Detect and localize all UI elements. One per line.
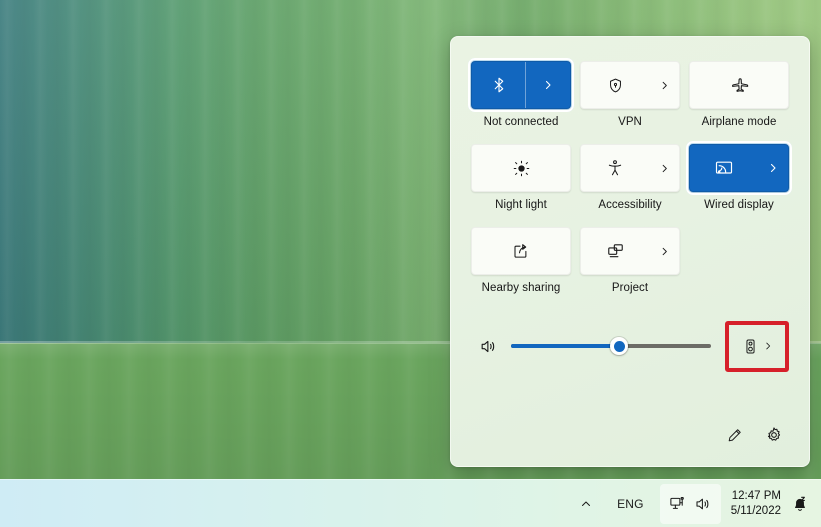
bluetooth-icon (490, 76, 508, 94)
wired-display-tile-button[interactable] (686, 141, 792, 195)
quick-settings-tile-grid: Not connected VPN Airplane mode Night li… (451, 37, 809, 310)
clock-date: 5/11/2022 (730, 504, 781, 517)
chevron-right-icon (767, 162, 779, 174)
accessibility-tile-label: Accessibility (598, 199, 662, 211)
language-label: ENG (617, 496, 644, 511)
wired-display-tile-label: Wired display (704, 199, 774, 211)
quick-setting-empty-slot (689, 227, 789, 310)
quick-settings-tray-button[interactable] (659, 483, 721, 524)
audio-output-device-icon (742, 338, 759, 355)
volume-mute-button[interactable] (471, 337, 505, 356)
bluetooth-tile-button[interactable] (468, 58, 574, 112)
accessibility-expand-half[interactable] (649, 145, 679, 191)
quick-setting-project: Project (580, 227, 680, 310)
airplane-mode-tile-button[interactable] (689, 61, 789, 109)
vpn-tile-label: VPN (618, 116, 642, 128)
edit-quick-settings-button[interactable] (717, 418, 751, 452)
chevron-right-icon (763, 341, 773, 351)
quick-setting-wired-display: Wired display (686, 141, 792, 227)
vpn-toggle-half[interactable] (581, 62, 649, 108)
volume-control-row (451, 318, 809, 374)
chevron-right-icon (659, 163, 670, 174)
nearby-share-icon (512, 242, 530, 260)
volume-speaker-icon (479, 337, 498, 356)
airplane-icon (730, 76, 749, 95)
nearby-sharing-tile-button[interactable] (471, 227, 571, 275)
open-settings-button[interactable] (757, 418, 791, 452)
notification-center-button[interactable] (789, 495, 815, 513)
project-toggle-half[interactable] (581, 228, 649, 274)
night-light-tile-button[interactable] (471, 144, 571, 192)
chevron-right-icon (659, 246, 670, 257)
audio-output-selector-button[interactable] (731, 327, 783, 365)
project-screen-icon (606, 242, 625, 261)
volume-slider-thumb[interactable] (610, 337, 628, 355)
quick-setting-accessibility: Accessibility (580, 144, 680, 227)
project-tile-label: Project (611, 282, 649, 294)
cast-display-icon (714, 158, 734, 178)
quick-setting-night-light: Night light (471, 144, 571, 227)
nearby-sharing-toggle-half[interactable] (472, 228, 570, 274)
night-light-icon (512, 159, 531, 178)
volume-slider-track[interactable] (511, 337, 711, 355)
airplane-toggle-half[interactable] (690, 62, 788, 108)
audio-output-selector-container (725, 320, 789, 372)
shield-lock-icon (607, 77, 624, 94)
bluetooth-toggle-half[interactable] (472, 62, 526, 108)
night-light-tile-label: Night light (495, 199, 547, 211)
airplane-mode-tile-label: Airplane mode (701, 116, 777, 128)
language-indicator-button[interactable]: ENG (601, 484, 660, 524)
quick-setting-vpn: VPN (580, 61, 680, 144)
accessibility-toggle-half[interactable] (581, 145, 649, 191)
pencil-edit-icon (726, 427, 743, 444)
bluetooth-expand-half[interactable] (526, 62, 570, 108)
vpn-expand-half[interactable] (649, 62, 679, 108)
quick-setting-nearby-sharing: Nearby sharing (471, 227, 571, 310)
vpn-tile-button[interactable] (580, 61, 680, 109)
wired-display-toggle-half[interactable] (690, 145, 758, 191)
chevron-right-icon (542, 79, 554, 91)
quick-settings-panel: Not connected VPN Airplane mode Night li… (450, 36, 810, 467)
network-monitor-icon (669, 495, 687, 513)
volume-speaker-icon (694, 495, 712, 513)
project-tile-button[interactable] (580, 227, 680, 275)
bell-do-not-disturb-icon (791, 495, 809, 513)
project-expand-half[interactable] (649, 228, 679, 274)
chevron-up-icon (580, 498, 592, 510)
wired-display-expand-half[interactable] (758, 145, 788, 191)
quick-setting-airplane-mode: Airplane mode (689, 61, 789, 144)
clock-time: 12:47 PM (731, 489, 781, 502)
system-tray: ENG 12:47 PM 5/11/2022 (571, 480, 821, 527)
quick-setting-bluetooth: Not connected (468, 58, 574, 144)
nearby-sharing-tile-label: Nearby sharing (481, 282, 561, 294)
quick-settings-footer (451, 410, 809, 466)
volume-slider[interactable] (505, 330, 725, 362)
volume-slider-fill (511, 344, 619, 348)
accessibility-icon (606, 159, 624, 177)
gear-settings-icon (765, 426, 783, 444)
show-hidden-icons-button[interactable] (571, 484, 601, 524)
accessibility-tile-button[interactable] (580, 144, 680, 192)
chevron-right-icon (659, 80, 670, 91)
taskbar: ENG 12:47 PM 5/11/2022 (0, 479, 821, 527)
night-light-toggle-half[interactable] (472, 145, 570, 191)
bluetooth-tile-label: Not connected (483, 116, 559, 128)
clock-button[interactable]: 12:47 PM 5/11/2022 (721, 489, 789, 518)
